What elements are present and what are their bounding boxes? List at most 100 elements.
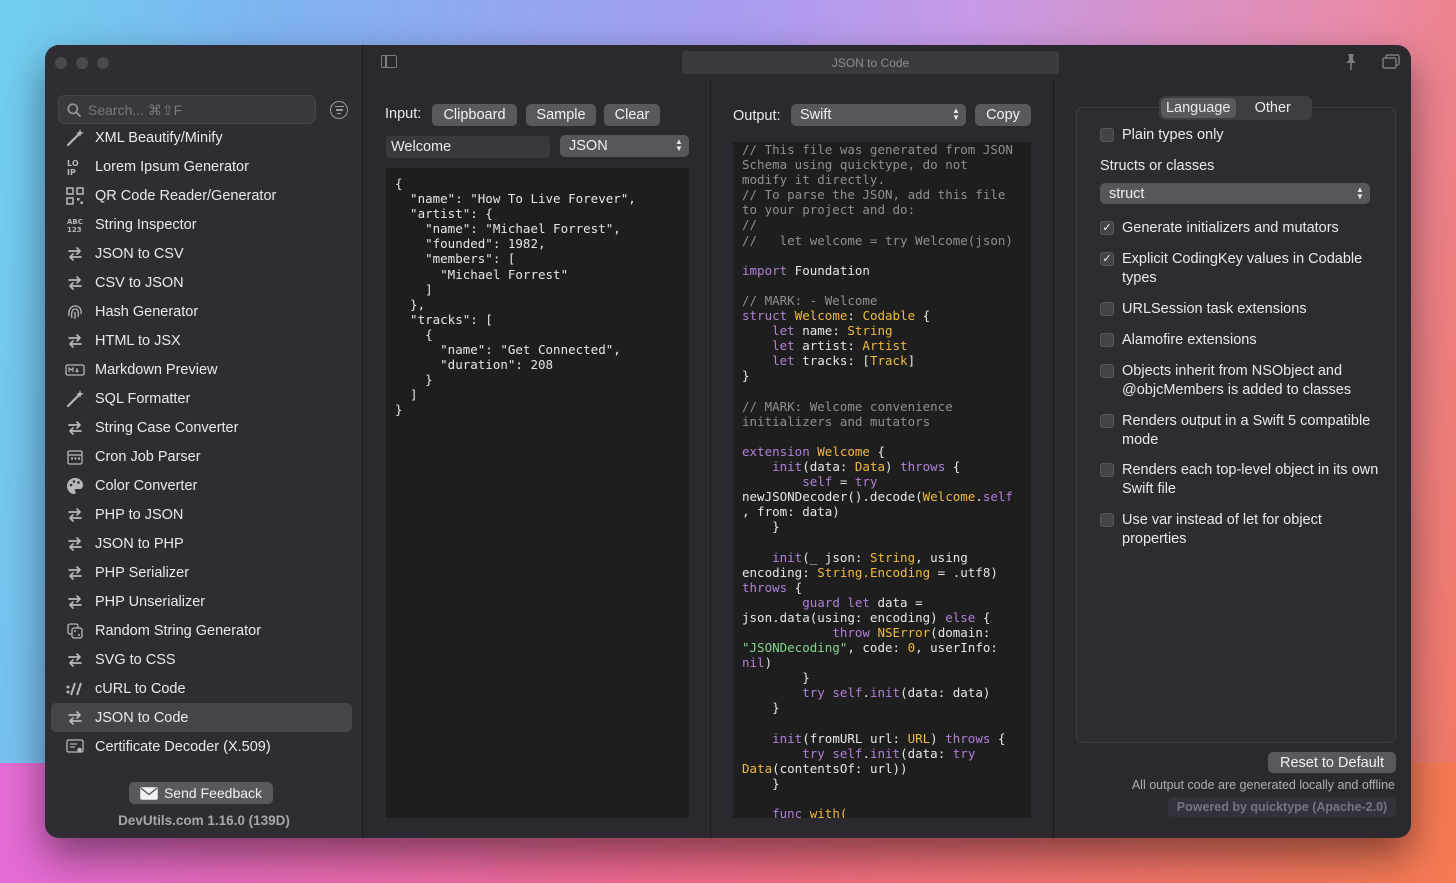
option-checkbox[interactable]: URLSession task extensions [1100,300,1380,319]
option-checkbox[interactable]: Renders each top-level object in its own… [1100,461,1380,498]
clear-button[interactable]: Clear [604,104,660,126]
checkbox-box[interactable] [1100,513,1114,527]
tab-language[interactable]: Language [1161,98,1236,118]
search-input[interactable] [88,101,298,118]
sidebar-item-label: PHP to JSON [95,506,184,523]
checkbox-box[interactable] [1100,302,1114,316]
minimize-window-button[interactable] [76,57,88,69]
filter-list-icon[interactable] [330,101,348,119]
sidebar-item-markdown-preview[interactable]: Markdown Preview [51,355,352,384]
send-feedback-button[interactable]: Send Feedback [129,782,273,804]
checkbox-box[interactable] [1100,364,1114,378]
checkmark-icon[interactable]: ✓ [1100,221,1114,235]
code-token: newJSONDecoder().decode( [742,489,923,505]
sidebar-item-json-to-code[interactable]: JSON to Code [51,703,352,732]
sidebar-item-xml-beautify-minify[interactable]: XML Beautify/Minify [51,123,352,152]
code-token: Welcome [794,308,848,324]
sample-button[interactable]: Sample [526,104,596,126]
option-checkbox[interactable]: ✓ Explicit CodingKey values in Codable ty… [1100,250,1380,287]
code-line: throw NSError(domain: [742,625,1022,640]
type-name-field[interactable]: Welcome [386,136,550,158]
zoom-window-button[interactable] [97,57,109,69]
panel-divider[interactable] [1053,80,1054,838]
new-window-icon[interactable] [1382,54,1400,70]
code-token: tracks: [ [794,353,870,369]
sidebar-item-csv-to-json[interactable]: CSV to JSON [51,268,352,297]
checkmark-icon[interactable]: ✓ [1100,252,1114,266]
search-box[interactable] [58,95,316,124]
input-format-select[interactable]: JSON ▲ ▼ [560,135,689,157]
sidebar-item-label: cURL to Code [95,680,186,697]
structs-or-classes-select[interactable]: struct ▲ ▼ [1100,183,1370,204]
code-line: , from: data) [742,504,1022,519]
code-token: artist: [794,338,863,354]
code-token: guard let [802,594,870,610]
powered-by-badge[interactable]: Powered by quicktype (Apache-2.0) [1168,797,1396,817]
sidebar-item-json-to-php[interactable]: JSON to PHP [51,529,352,558]
sidebar-item-certificate-decoder-x-509[interactable]: Certificate Decoder (X.509) [51,732,352,761]
clipboard-button[interactable]: Clipboard [432,104,517,126]
sidebar-item-label: CSV to JSON [95,274,184,291]
output-language-select[interactable]: Swift ▲ ▼ [791,104,966,126]
checkbox-box[interactable] [1100,333,1114,347]
code-token: } [742,775,780,791]
palette-icon [65,476,85,496]
sidebar-item-cron-job-parser[interactable]: Cron Job Parser [51,442,352,471]
sidebar-item-lorem-ipsum-generator[interactable]: LO IP Lorem Ipsum Generator [51,152,352,181]
sidebar-item-php-serializer[interactable]: PHP Serializer [51,558,352,587]
sidebar-item-qr-code-reader-generator[interactable]: QR Code Reader/Generator [51,181,352,210]
sidebar-item-html-to-jsx[interactable]: HTML to JSX [51,326,352,355]
copy-button[interactable]: Copy [975,104,1031,126]
convert-arrows-icon [65,534,85,554]
code-line: try self.init(data: data) [742,685,1022,700]
option-checkbox[interactable]: Renders output in a Swift 5 compatible m… [1100,412,1380,449]
sidebar-item-sql-formatter[interactable]: SQL Formatter [51,384,352,413]
option-checkbox[interactable]: ✓ Generate initializers and mutators [1100,219,1380,238]
panel-divider[interactable] [710,80,711,838]
code-token: Schema using quicktype, do not [742,157,968,173]
code-token: (data: [900,745,953,761]
tab-other[interactable]: Other [1236,98,1311,118]
code-output-view[interactable]: // This file was generated from JSON Sche… [733,142,1031,818]
sidebar-item-php-to-json[interactable]: PHP to JSON [51,500,352,529]
checkbox-box[interactable] [1100,128,1114,142]
code-line: "JSONDecoding", code: 0, userInfo: [742,640,1022,655]
sidebar-item-svg-to-css[interactable]: SVG to CSS [51,645,352,674]
input-format-value: JSON [569,138,608,154]
sidebar-item-hash-generator[interactable]: Hash Generator [51,297,352,326]
code-token: try self [802,685,863,701]
code-token: encoding: [742,564,818,580]
code-token: json.data(using: encoding) [742,609,946,625]
code-token: . [862,745,870,761]
wand-icon [65,128,85,148]
search-icon [67,102,81,117]
sidebar-item-label: Markdown Preview [95,361,218,378]
option-checkbox[interactable]: Objects inherit from NSObject and @objcM… [1100,362,1380,399]
sidebar-item-string-case-converter[interactable]: String Case Converter [51,413,352,442]
code-token: , code: [847,640,908,656]
json-input-editor[interactable]: { "name": "How To Live Forever", "artist… [386,168,689,818]
chevron-up-down-icon: ▲ ▼ [675,137,683,153]
option-checkbox[interactable]: Use var instead of let for object proper… [1100,511,1380,548]
close-window-button[interactable] [55,57,67,69]
code-token: Data [854,458,886,474]
sidebar-item-string-inspector[interactable]: ABC 123 String Inspector [51,210,352,239]
reset-to-default-button[interactable]: Reset to Default [1268,752,1396,773]
sidebar-item-random-string-generator[interactable]: Random String Generator [51,616,352,645]
svg-text:ABC: ABC [67,218,83,226]
sidebar-item-php-unserializer[interactable]: PHP Unserializer [51,587,352,616]
sidebar-item-curl-to-code[interactable]: cURL to Code [51,674,352,703]
calendar-icon [65,447,85,467]
option-checkbox[interactable]: Alamofire extensions [1100,331,1380,350]
checkbox-box[interactable] [1100,414,1114,428]
plain-types-checkbox[interactable]: Plain types only [1100,126,1380,145]
pin-icon[interactable] [1343,53,1359,71]
code-line: modify it directly. [742,172,1022,187]
sidebar-item-color-converter[interactable]: Color Converter [51,471,352,500]
checkbox-box[interactable] [1100,463,1114,477]
sidebar-item-json-to-csv[interactable]: JSON to CSV [51,239,352,268]
sidebar-toggle-icon[interactable] [381,55,397,68]
code-line: import Foundation [742,263,1022,278]
code-token: to your project and do: [742,202,916,218]
